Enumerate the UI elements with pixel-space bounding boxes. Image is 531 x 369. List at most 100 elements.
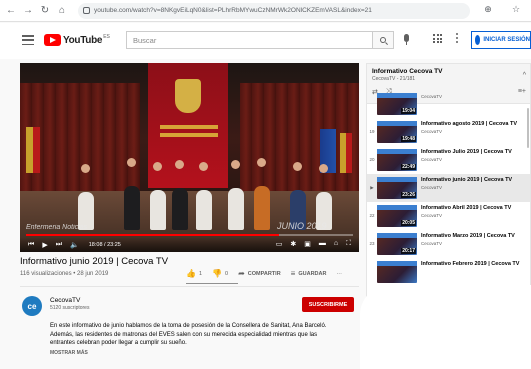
theater-mode-icon[interactable]: ▬ [319, 240, 326, 248]
miniplayer-icon[interactable]: ▣ [304, 240, 311, 248]
playlist-item-duration: 19:04 [401, 108, 416, 114]
playlist-item-duration: 19:48 [401, 136, 416, 142]
thumbs-down-icon: 👎 [212, 269, 222, 278]
video-person-head [127, 158, 136, 167]
playlist-item-thumbnail[interactable]: 23:26 [377, 177, 417, 199]
channel-name[interactable]: CecovaTV [50, 297, 80, 304]
playlist-item[interactable]: 19:04 CecovaTV [367, 90, 530, 118]
playlist-item[interactable]: 22 20:05 Informativo Abril 2019 | Cecova T… [367, 202, 530, 230]
playlist-item-thumbnail[interactable] [377, 261, 417, 283]
video-player[interactable]: Enfermeria Noticias JUNIO 2019 ⏮ ▶ ⏭ 🔈 1… [20, 63, 359, 252]
next-icon[interactable]: ⏭ [56, 241, 62, 249]
channel-avatar[interactable]: ce [22, 296, 42, 316]
reader-icon[interactable]: ⊕ [481, 4, 495, 15]
youtube-header: YouTube ES Buscar INICIAR SESIÓN [0, 23, 531, 59]
lock-icon [83, 7, 90, 14]
progress-fill [26, 234, 280, 236]
playlist-item-thumbnail[interactable]: 22:49 [377, 149, 417, 171]
playlist-item-text: Informativo junio 2019 | Cecova TV Cecova… [421, 177, 529, 190]
subscribe-button[interactable]: SUSCRIBIRME [302, 297, 354, 312]
fullscreen-icon[interactable]: ⛶ [346, 240, 351, 248]
play-icon[interactable]: ▶ [42, 241, 47, 249]
playlist-item-title[interactable]: Informativo junio 2019 | Cecova TV [421, 177, 529, 184]
address-bar[interactable]: youtube.com/watch?v=8NKgvEiLqN0&list=PLh… [78, 2, 470, 19]
url-text[interactable]: youtube.com/watch?v=8NKgvEiLqN0&list=PLh… [94, 7, 372, 14]
playlist-item-text: Informativo agosto 2019 | Cecova TV Cecov… [421, 121, 529, 134]
menu-icon[interactable] [22, 35, 34, 45]
playlist-item-title[interactable]: Informativo agosto 2019 | Cecova TV [421, 121, 529, 128]
logo-region: ES [103, 34, 110, 40]
video-actions: 👍 1 👎 0 ➦ COMPARTIR ≡ GUARDAR ··· [186, 269, 352, 278]
playlist-item-channel: CecovaTV [421, 129, 443, 134]
video-person [196, 190, 212, 230]
playlist-item-title[interactable]: Informativo Febrero 2019 | Cecova TV [421, 261, 529, 268]
video-person-head [231, 160, 240, 169]
video-person-head [319, 164, 328, 173]
thumbs-up-icon: 👍 [186, 269, 196, 278]
player-right-controls: ▭ ✱ ▣ ▬ ⌂ ⛶ [276, 240, 351, 248]
share-button[interactable]: ➦ COMPARTIR [238, 269, 281, 278]
like-button[interactable]: 👍 1 [186, 269, 202, 278]
playlist-item-index: ▶ [370, 185, 374, 190]
video-person [172, 188, 188, 230]
playlist-item[interactable]: ▶ 23:26 Informativo junio 2019 | Cecova TV… [367, 174, 530, 202]
account-icon [475, 35, 481, 45]
playlist-item-duration: 22:49 [401, 164, 416, 170]
thumbnail-strip [377, 205, 417, 210]
video-meta: 116 visualizaciones • 28 jun 2019 [20, 271, 109, 277]
logo-text: YouTube [63, 34, 103, 46]
chevron-up-icon[interactable]: ^ [523, 72, 526, 79]
search-input[interactable]: Buscar [126, 31, 372, 49]
subtitles-icon[interactable]: ▭ [276, 240, 283, 248]
video-person [150, 190, 166, 230]
playlist-item-title[interactable]: Informativo Marzo 2019 | Cecova TV [421, 233, 529, 240]
thumbnail-strip [377, 177, 417, 182]
video-person-head [293, 162, 302, 171]
playlist-item-thumbnail[interactable]: 20:05 [377, 205, 417, 227]
video-person-head [81, 164, 90, 173]
more-actions-icon[interactable]: ··· [336, 271, 342, 277]
save-button[interactable]: ≡ GUARDAR [291, 269, 327, 278]
more-options-icon[interactable] [456, 33, 458, 43]
show-more-button[interactable]: MOSTRAR MÁS [50, 350, 88, 356]
video-person [254, 186, 270, 230]
home-icon[interactable]: ⌂ [55, 4, 69, 18]
playlist-item[interactable]: Informativo Febrero 2019 | Cecova TV [367, 258, 530, 286]
playlist-scrollbar[interactable] [527, 108, 529, 148]
playlist-item[interactable]: 23 20:17 Informativo Marzo 2019 | Cecova T… [367, 230, 530, 258]
thumbnail-strip [377, 233, 417, 238]
previous-icon[interactable]: ⏮ [28, 241, 34, 249]
back-arrow-icon[interactable]: ← [4, 4, 18, 18]
signin-button[interactable]: INICIAR SESIÓN [471, 31, 531, 49]
microphone-icon[interactable] [404, 34, 409, 45]
apps-grid-icon[interactable] [433, 34, 442, 43]
playlist-item-thumbnail[interactable]: 19:48 [377, 121, 417, 143]
dislike-button[interactable]: 👎 0 [212, 269, 228, 278]
playlist-item[interactable]: 19 19:48 Informativo agosto 2019 | Cecova … [367, 118, 530, 146]
reload-icon[interactable]: ↻ [38, 4, 52, 18]
cast-icon[interactable]: ⌂ [334, 240, 338, 248]
star-icon[interactable]: ☆ [509, 4, 523, 15]
playlist-item[interactable]: 20 22:49 Informativo Julio 2019 | Cecova T… [367, 146, 530, 174]
subscriber-count: 5120 suscriptores [50, 305, 90, 311]
screen-occlusion [360, 285, 531, 369]
thumbnail-strip [377, 261, 417, 266]
volume-icon[interactable]: 🔈 [70, 241, 79, 249]
video-person-head [175, 160, 184, 169]
search-button[interactable] [372, 31, 394, 49]
like-ratio-bar [186, 283, 238, 284]
time-display: 18:08 / 23:25 [88, 241, 121, 248]
playlist-item-text: Informativo Febrero 2019 | Cecova TV [421, 261, 529, 269]
progress-bar[interactable] [26, 234, 353, 236]
playlist-title[interactable]: Informativo Cecova TV [372, 68, 442, 75]
signin-label: INICIAR SESIÓN [483, 37, 530, 43]
youtube-logo[interactable]: YouTube ES [44, 34, 110, 46]
forward-arrow-icon[interactable]: → [21, 4, 35, 18]
playlist-item-thumbnail[interactable]: 20:17 [377, 233, 417, 255]
settings-gear-icon[interactable]: ✱ [290, 240, 296, 248]
playlist-item-title[interactable]: Informativo Abril 2019 | Cecova TV [421, 205, 529, 212]
playlist-item-duration: 20:05 [401, 220, 416, 226]
video-banner-stripe [160, 125, 218, 129]
playlist-item-title[interactable]: Informativo Julio 2019 | Cecova TV [421, 149, 529, 156]
playlist-item-thumbnail[interactable]: 19:04 [377, 93, 417, 115]
